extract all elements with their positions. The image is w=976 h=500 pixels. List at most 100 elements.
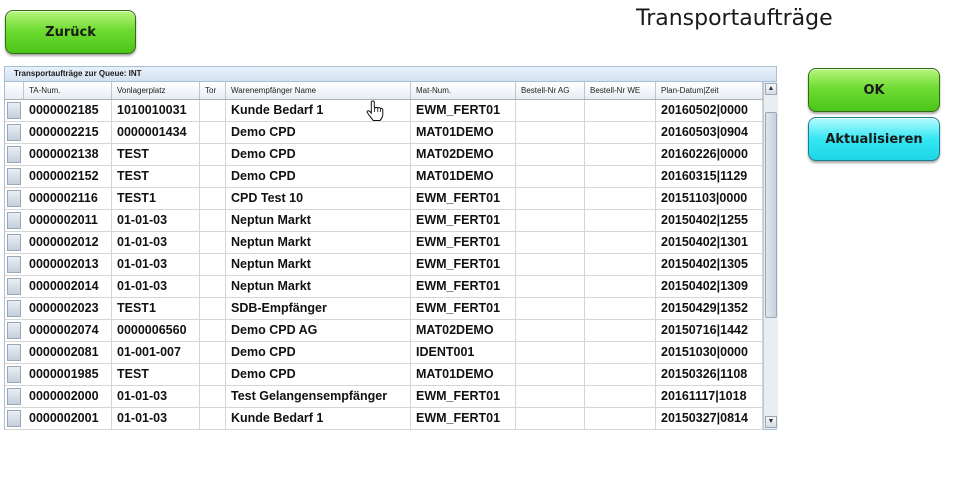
header-selector-cell[interactable] (5, 82, 24, 99)
table-row[interactable]: 0000002081 01-001-007 Demo CPD IDENT001 2015… (5, 342, 763, 364)
table-row[interactable]: 0000002013 01-01-03 Neptun Markt EWM_FERT01… (5, 254, 763, 276)
cell-mat-num: EWM_FERT01 (411, 188, 516, 209)
row-selector[interactable] (7, 102, 21, 119)
cell-tor (200, 210, 226, 231)
table-row[interactable]: 0000002152 TEST Demo CPD MAT01DEMO 20160315|… (5, 166, 763, 188)
cell-bestell-nr-ag (516, 298, 585, 319)
scrollbar-thumb[interactable] (765, 112, 777, 318)
ok-button[interactable]: OK (808, 68, 940, 112)
cell-bestell-nr-ag (516, 364, 585, 385)
cell-mat-num: EWM_FERT01 (411, 408, 516, 429)
refresh-button[interactable]: Aktualisieren (808, 117, 940, 161)
column-header-mat-num[interactable]: Mat-Num. (411, 82, 516, 99)
column-header-bestell-nr-ag[interactable]: Bestell-Nr AG (516, 82, 585, 99)
cell-mat-num: MAT02DEMO (411, 144, 516, 165)
cell-tor (200, 386, 226, 407)
cell-vonlagerplatz: 0000006560 (112, 320, 200, 341)
table-row[interactable]: 0000002014 01-01-03 Neptun Markt EWM_FERT01… (5, 276, 763, 298)
cell-ta-num: 0000002215 (24, 122, 112, 143)
cell-bestell-nr-we (585, 320, 656, 341)
column-header-vonlagerplatz[interactable]: Vonlagerplatz (112, 82, 200, 99)
row-selector[interactable] (7, 344, 21, 361)
cell-ta-num: 0000002001 (24, 408, 112, 429)
table-row[interactable]: 0000002116 TEST1 CPD Test 10 EWM_FERT01 2015… (5, 188, 763, 210)
page-title: Transportaufträge (636, 6, 833, 31)
table-row[interactable]: 0000002023 TEST1 SDB-Empfänger EWM_FERT01 20… (5, 298, 763, 320)
cell-warenempfaenger: CPD Test 10 (226, 188, 411, 209)
cell-plan-datum: 20151030|0000 (656, 342, 763, 363)
cell-ta-num: 0000002013 (24, 254, 112, 275)
column-header-ta-num[interactable]: TA-Num. (24, 82, 112, 99)
column-header-tor[interactable]: Tor (200, 82, 226, 99)
table-row[interactable]: 0000002001 01-01-03 Kunde Bedarf 1 EWM_FERT… (5, 408, 763, 430)
row-selector[interactable] (7, 322, 21, 339)
row-selector[interactable] (7, 124, 21, 141)
cell-bestell-nr-ag (516, 408, 585, 429)
cell-bestell-nr-we (585, 166, 656, 187)
cell-bestell-nr-we (585, 342, 656, 363)
cell-ta-num: 0000002014 (24, 276, 112, 297)
row-selector[interactable] (7, 256, 21, 273)
cell-plan-datum: 20160315|1129 (656, 166, 763, 187)
row-selector[interactable] (7, 212, 21, 229)
column-header-bestell-nr-we[interactable]: Bestell-Nr WE (585, 82, 656, 99)
table-row[interactable]: 0000002074 0000006560 Demo CPD AG MAT02DEMO… (5, 320, 763, 342)
table-row[interactable]: 0000002011 01-01-03 Neptun Markt EWM_FERT01… (5, 210, 763, 232)
table-row[interactable]: 0000002012 01-01-03 Neptun Markt EWM_FERT01… (5, 232, 763, 254)
row-selector[interactable] (7, 234, 21, 251)
cell-plan-datum: 20150402|1301 (656, 232, 763, 253)
back-button[interactable]: Zurück (5, 10, 136, 54)
row-selector[interactable] (7, 190, 21, 207)
table-row[interactable]: 0000002215 0000001434 Demo CPD MAT01DEMO 201… (5, 122, 763, 144)
table-row[interactable]: 0000002185 1010010031 Kunde Bedarf 1 EWM_FE… (5, 100, 763, 122)
row-selector[interactable] (7, 278, 21, 295)
cell-plan-datum: 20150716|1442 (656, 320, 763, 341)
cell-vonlagerplatz: TEST (112, 166, 200, 187)
row-selector[interactable] (7, 300, 21, 317)
cell-vonlagerplatz: TEST (112, 144, 200, 165)
column-header-plan-datum[interactable]: Plan-Datum|Zeit (656, 82, 763, 99)
cell-vonlagerplatz: TEST1 (112, 188, 200, 209)
cell-vonlagerplatz: 01-01-03 (112, 254, 200, 275)
cell-warenempfaenger: Kunde Bedarf 1 (226, 408, 411, 429)
cell-bestell-nr-ag (516, 210, 585, 231)
table-row[interactable]: 0000001985 TEST Demo CPD MAT01DEMO 20150326|… (5, 364, 763, 386)
row-selector[interactable] (7, 168, 21, 185)
scroll-up-arrow-icon[interactable]: ▲ (765, 83, 777, 95)
cell-mat-num: EWM_FERT01 (411, 298, 516, 319)
vertical-scrollbar[interactable]: ▲ ▼ (763, 82, 778, 429)
cell-bestell-nr-we (585, 122, 656, 143)
grid-body: 0000002185 1010010031 Kunde Bedarf 1 EWM_FE… (5, 100, 763, 430)
table-row[interactable]: 0000002000 01-01-03 Test Gelangensempfänge… (5, 386, 763, 408)
cell-ta-num: 0000002152 (24, 166, 112, 187)
cell-tor (200, 188, 226, 209)
cell-bestell-nr-ag (516, 144, 585, 165)
cell-bestell-nr-we (585, 298, 656, 319)
transport-orders-grid: Transportaufträge zur Queue: INT TA-Num.… (4, 66, 778, 430)
cell-bestell-nr-we (585, 144, 656, 165)
cell-vonlagerplatz: 01-01-03 (112, 210, 200, 231)
cell-ta-num: 0000002138 (24, 144, 112, 165)
cell-tor (200, 408, 226, 429)
cell-mat-num: IDENT001 (411, 342, 516, 363)
cell-plan-datum: 20150402|1305 (656, 254, 763, 275)
cell-plan-datum: 20150327|0814 (656, 408, 763, 429)
cell-mat-num: MAT01DEMO (411, 364, 516, 385)
column-header-warenempfaenger[interactable]: Warenempfänger Name (226, 82, 411, 99)
cell-mat-num: EWM_FERT01 (411, 386, 516, 407)
cell-vonlagerplatz: 01-001-007 (112, 342, 200, 363)
cell-plan-datum: 20151103|0000 (656, 188, 763, 209)
row-selector[interactable] (7, 146, 21, 163)
cell-ta-num: 0000002012 (24, 232, 112, 253)
cell-bestell-nr-ag (516, 188, 585, 209)
cell-vonlagerplatz: 01-01-03 (112, 408, 200, 429)
cell-warenempfaenger: Demo CPD (226, 144, 411, 165)
row-selector[interactable] (7, 410, 21, 427)
row-selector[interactable] (7, 388, 21, 405)
table-row[interactable]: 0000002138 TEST Demo CPD MAT02DEMO 20160226|… (5, 144, 763, 166)
cell-bestell-nr-we (585, 276, 656, 297)
row-selector[interactable] (7, 366, 21, 383)
scroll-down-arrow-icon[interactable]: ▼ (765, 416, 777, 428)
cell-mat-num: MAT01DEMO (411, 122, 516, 143)
cell-bestell-nr-we (585, 254, 656, 275)
